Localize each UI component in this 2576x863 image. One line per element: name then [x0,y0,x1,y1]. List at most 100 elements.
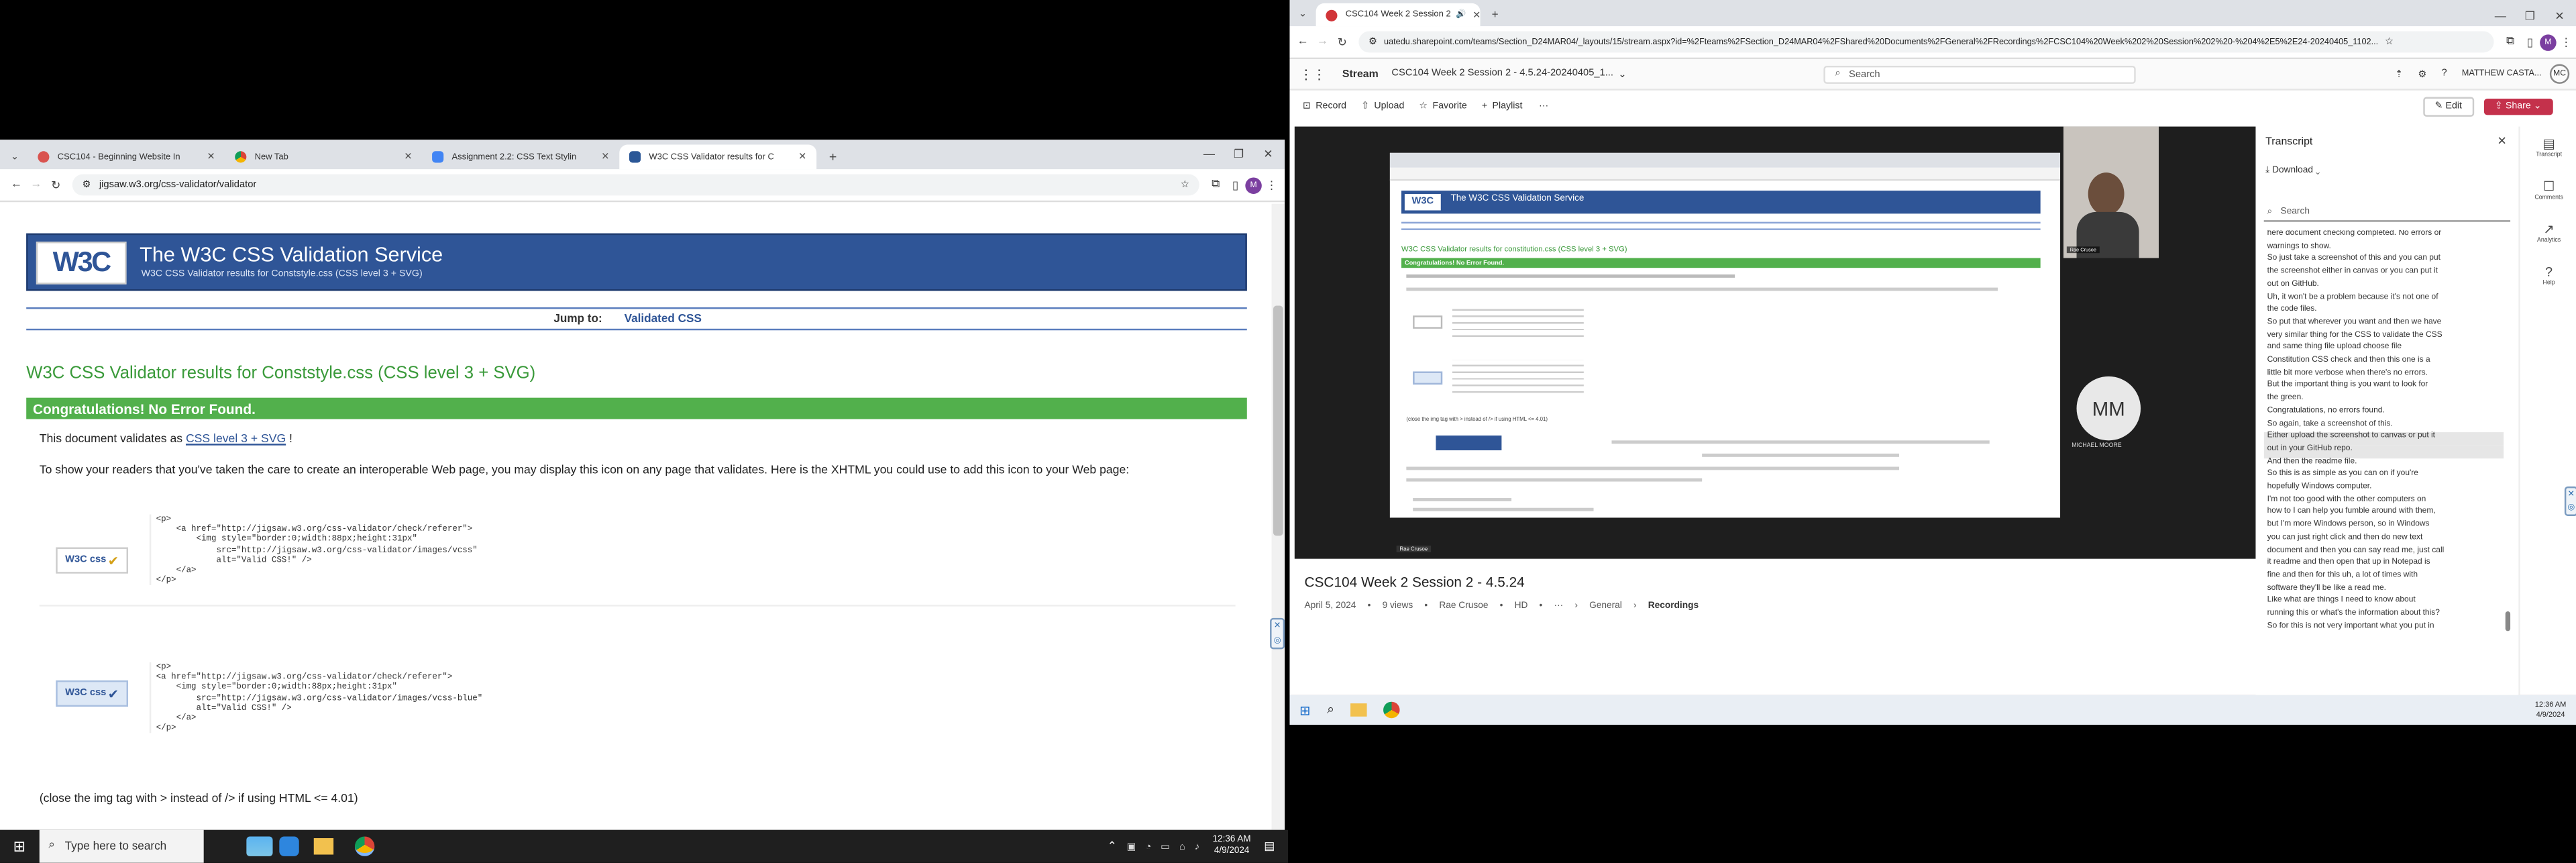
url-omnibox[interactable]: ⚙ jigsaw.w3.org/css-validator/validator … [72,174,1199,196]
close-icon[interactable]: ✕ [201,151,215,163]
reload-icon[interactable]: ↻ [46,175,66,195]
transcript-line[interactable]: software they'll be like a read me. [2264,585,2504,597]
transcript-line[interactable]: And then the readme file. [2264,458,2504,470]
transcript-line[interactable]: hopefully Windows computer. [2264,483,2504,496]
plus-icon[interactable]: + [1482,101,1487,111]
teams-icon[interactable] [278,836,299,856]
forward-arrow-icon[interactable]: → [1313,32,1332,52]
transcript-line[interactable]: how to I can help you fumble around with… [2264,509,2504,521]
transcript-line[interactable]: So for this is not very important what y… [2264,623,2504,636]
download-button[interactable]: ⤓ Download ⌄ [2265,166,2320,177]
bookmark-star-icon[interactable]: ☆ [2385,36,2394,48]
css-level-link[interactable]: CSS level 3 + SVG [186,431,286,446]
left-scrollbar[interactable] [1271,203,1285,830]
valid-css-blue-badge[interactable]: W3C css ✔ [56,680,129,707]
breadcrumb-recordings[interactable]: Recordings [1648,601,1699,611]
transcript-line[interactable]: So just take a screenshot of this and yo… [2264,256,2504,268]
maximize-icon[interactable]: ❐ [1229,145,1248,164]
transcript-line[interactable]: the screenshot either in canvas or you c… [2264,268,2504,281]
file-title[interactable]: CSC104 Week 2 Session 2 - 4.5.24-2024040… [1391,69,1613,79]
transcript-line[interactable]: but I'm more Windows person, so in Windo… [2264,521,2504,534]
window-close-icon[interactable]: ✕ [2550,7,2569,26]
video-player[interactable]: W3C The W3C CSS Validation Service W3C C… [1294,126,2256,559]
transcript-line[interactable]: Constitution CSS check and then this one… [2264,357,2504,370]
recording-overlay-controls[interactable]: ✕ ◎ [2564,486,2576,516]
tray-app-icons[interactable]: ▣ ◔ ▭ ⌂ ♪ [1127,841,1203,852]
edit-button[interactable]: ✎ Edit [2423,96,2474,116]
minimize-icon[interactable]: — [2491,7,2510,26]
site-info-icon[interactable]: ⚙ [1368,36,1377,48]
site-info-icon[interactable]: ⚙ [82,179,91,191]
search-icon[interactable]: ⌕ [1327,702,1334,718]
extensions-icon[interactable]: ⧉ [1206,175,1226,195]
screen-recorder-widget[interactable]: ✕ ◎ [1270,617,1285,650]
share-button[interactable]: ⇪ Share ⌄ [2483,97,2553,115]
new-tab-plus-icon[interactable]: + [1485,5,1505,24]
chevron-down-icon[interactable]: ⌄ [1618,68,1626,80]
transcript-line[interactable]: little bit more verbose when there's no … [2264,369,2504,382]
tab-assignment[interactable]: Assignment 2.2: CSS Text Stylin ✕ [422,145,619,170]
share-link-icon[interactable]: ⇡ [2395,68,2403,80]
record-icon[interactable]: ⊡ [1303,101,1311,111]
widgets-icon[interactable] [246,836,272,856]
transcript-line[interactable]: document and then you can say read me, j… [2264,546,2504,559]
user-name[interactable]: MATTHEW CASTA... [2462,69,2542,79]
tray-chevron-icon[interactable]: ⌃ [1108,840,1117,853]
w3c-logo[interactable]: W3C [36,242,127,285]
close-icon[interactable]: ✕ [1466,9,1480,21]
windows-start-icon[interactable]: ⊞ [13,837,25,856]
app-name[interactable]: Stream [1342,68,1379,80]
extensions-icon[interactable]: ⧉ [2500,32,2520,52]
tab-new-tab[interactable]: New Tab ✕ [225,145,423,170]
close-icon[interactable]: ✕ [398,151,412,163]
valid-css-badge[interactable]: W3C css ✔ [56,547,129,574]
upload-icon[interactable]: ⇧ [1361,101,1369,111]
transcript-line[interactable]: you can just right click and then do new… [2264,534,2504,547]
close-icon[interactable]: ✕ [792,151,806,163]
reload-icon[interactable]: ↻ [1332,32,1352,52]
transcript-line[interactable]: the green. [2264,395,2504,407]
rail-transcript[interactable]: ▤ Transcript [2520,136,2576,158]
transcript-line[interactable]: Congratulations, no errors found. [2264,407,2504,420]
rail-analytics[interactable]: ↗ Analytics [2520,222,2576,244]
menu-kebab-icon[interactable]: ⋮ [2557,32,2576,52]
video-author[interactable]: Rae Crusoe [1439,601,1488,611]
back-arrow-icon[interactable]: ← [7,175,26,195]
chrome-taskbar-icon[interactable] [354,836,374,856]
favorite-button[interactable]: Favorite [1432,101,1466,111]
side-panel-icon[interactable]: ▯ [2520,32,2540,52]
tab-stream[interactable]: CSC104 Week 2 Session 2 🔊 ✕ [1316,3,1481,27]
close-icon[interactable]: ✕ [2497,135,2506,148]
menu-kebab-icon[interactable]: ⋮ [1262,175,1281,195]
help-icon[interactable]: ? [2442,69,2447,79]
validated-css-link[interactable]: Validated CSS [625,314,702,325]
transcript-line[interactable]: running this or what's the information a… [2264,610,2504,623]
transcript-line[interactable]: So again, take a screenshot of this. [2264,420,2504,433]
transcript-line[interactable]: fine and then for this uh, a lot of time… [2264,572,2504,585]
transcript-scrollbar-thumb[interactable] [2505,611,2511,631]
bookmark-star-icon[interactable]: ☆ [1181,179,1189,191]
transcript-search[interactable]: ⌕ Search [2263,204,2511,222]
transcript-line[interactable]: So put that wherever you want and then w… [2264,319,2504,332]
transcript-line[interactable]: and same thing file upload choose file [2264,344,2504,357]
forward-arrow-icon[interactable]: → [26,175,46,195]
new-tab-plus-icon[interactable]: + [823,146,843,166]
settings-gear-icon[interactable]: ⚙ [2418,68,2426,80]
taskbar-search-box[interactable]: ⌕ Type here to search [38,829,203,863]
transcript-line[interactable]: Like what are things I need to know abou… [2264,597,2504,610]
taskbar-clock[interactable]: 12:36 AM 4/9/2024 [1213,835,1251,858]
transcript-line[interactable]: I'm not too good with the other computer… [2264,496,2504,509]
transcript-line[interactable]: Uh, it won't be a problem because it's n… [2264,293,2504,306]
tab-cengage[interactable]: CSC104 - Beginning Website In ✕ [28,145,225,170]
transcript-line[interactable]: here document checking completed. No err… [2264,230,2504,243]
star-icon[interactable]: ☆ [1419,101,1428,111]
tab-search-icon[interactable]: ⌄ [5,146,24,166]
rail-comments[interactable]: ☐ Comments [2520,179,2576,201]
file-explorer-icon[interactable] [313,837,333,855]
record-button[interactable]: Record [1316,101,1346,111]
minimize-icon[interactable]: — [1199,145,1219,164]
upload-button[interactable]: Upload [1374,101,1404,111]
file-explorer-icon[interactable] [1350,703,1368,717]
more-icon[interactable]: ··· [1539,101,1548,111]
notification-icon[interactable]: ▤ [1264,840,1275,853]
